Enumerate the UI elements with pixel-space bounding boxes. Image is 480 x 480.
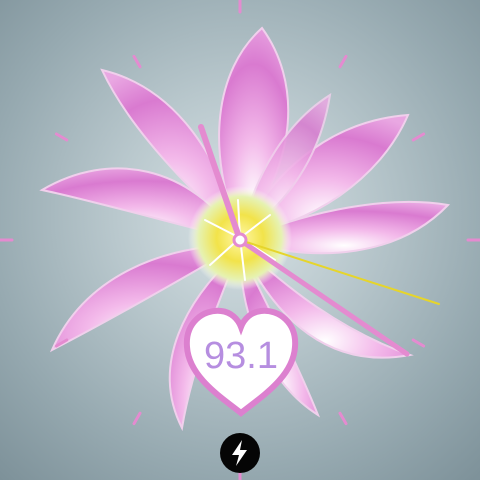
hands-pivot [232, 232, 248, 248]
clock-hands [198, 124, 440, 357]
second-hand [239, 239, 440, 305]
minute-hand [237, 237, 410, 357]
charge-button[interactable] [220, 433, 260, 473]
hour-hand [198, 124, 243, 243]
watch-face: 93.1 [0, 0, 480, 480]
lightning-bolt-icon [232, 440, 247, 466]
